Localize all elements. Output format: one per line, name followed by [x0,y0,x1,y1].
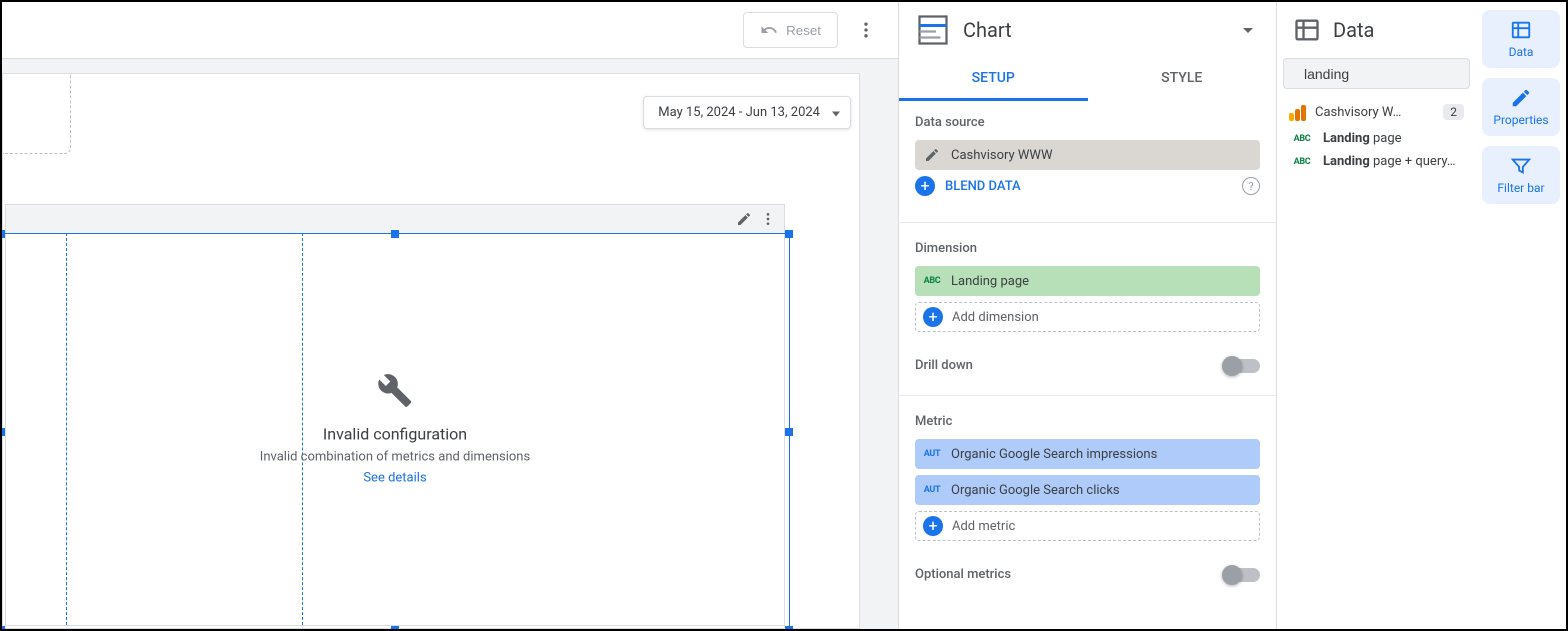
add-metric-label: Add metric [950,519,1259,534]
dimension-chip[interactable]: ABC Landing page [915,266,1260,296]
chart-properties-panel: Chart SETUP STYLE Data source Cashvisory… [898,2,1276,629]
resize-handle[interactable] [2,230,5,238]
field-name: Landing page + query… [1323,154,1464,169]
data-icon [1293,16,1321,44]
datasource-name: Cashvisory WWW [949,148,1260,163]
rail-label: Filter bar [1497,181,1544,195]
rail-filterbar-button[interactable]: Filter bar [1482,146,1560,204]
resize-handle[interactable] [785,626,793,629]
metric-name: Organic Google Search impressions [949,447,1260,462]
add-icon: + [923,516,943,536]
blend-data-button[interactable]: BLEND DATA [945,179,1242,194]
wrench-icon [377,373,413,409]
data-icon [1510,19,1532,41]
rail-label: Properties [1493,113,1548,127]
chart-widget[interactable]: Invalid configuration Invalid combinatio… [5,204,785,626]
add-icon: + [915,176,935,196]
alignment-guide [66,233,67,625]
section-label-dimension: Dimension [915,241,1260,256]
page-surface[interactable]: May 15, 2024 - Jun 13, 2024 Invalid conf… [2,73,860,629]
section-label-metric: Metric [915,414,1260,429]
pencil-icon [1510,87,1532,109]
section-label-datasource: Data source [915,115,1260,130]
rail-label: Data [1509,45,1534,59]
pencil-icon[interactable] [736,211,752,227]
field-count-badge: 2 [1443,104,1464,120]
resize-handle[interactable] [785,230,793,238]
field-name: Landing page [1323,131,1464,146]
field-row[interactable]: ABC Landing page + query… [1277,150,1476,173]
add-icon: + [923,307,943,327]
pencil-icon [924,147,940,163]
drill-down-label: Drill down [915,358,973,373]
rail-data-button[interactable]: Data [1482,10,1560,68]
filter-icon [1510,155,1532,177]
metric-name: Organic Google Search clicks [949,483,1260,498]
optional-metrics-toggle[interactable] [1224,568,1260,582]
right-rail: Data Properties Filter bar [1476,2,1566,629]
undo-icon [760,21,778,39]
resize-handle[interactable] [391,626,399,629]
google-analytics-icon [1289,103,1307,121]
search-input[interactable] [1304,66,1485,82]
reset-button[interactable]: Reset [743,12,838,48]
tab-setup[interactable]: SETUP [899,58,1088,101]
chevron-down-icon[interactable] [1236,18,1260,42]
datasource-row[interactable]: Cashvisory W… 2 [1277,97,1476,127]
reset-label: Reset [786,23,821,38]
resize-handle[interactable] [2,428,5,436]
more-vert-icon [856,20,876,40]
chart-widget-header [6,205,784,233]
rail-properties-button[interactable]: Properties [1482,78,1560,136]
data-fields-panel: Data ✕ Cashvisory W… 2 ABC Landing page … [1276,2,1476,629]
field-search[interactable]: ✕ [1283,58,1470,89]
more-vert-icon[interactable] [760,211,776,227]
metric-chip[interactable]: AUT Organic Google Search clicks [915,475,1260,505]
resize-handle[interactable] [785,428,793,436]
see-details-link[interactable]: See details [363,471,426,486]
metric-chip[interactable]: AUT Organic Google Search impressions [915,439,1260,469]
table-chart-icon [915,12,951,48]
datasource-chip[interactable]: Cashvisory WWW [915,140,1260,170]
aut-type-icon: AUT [924,449,941,459]
date-range-picker[interactable]: May 15, 2024 - Jun 13, 2024 [643,96,851,129]
data-panel-title: Data [1333,18,1374,42]
aut-type-icon: AUT [924,485,941,495]
drill-down-toggle[interactable] [1224,359,1260,373]
datasource-name: Cashvisory W… [1315,105,1435,120]
error-title: Invalid configuration [260,425,530,444]
field-row[interactable]: ABC Landing page [1277,127,1476,150]
canvas: May 15, 2024 - Jun 13, 2024 Invalid conf… [2,58,898,629]
abc-type-icon: ABC [1289,134,1315,144]
more-options-button[interactable] [846,10,886,50]
tab-style[interactable]: STYLE [1088,58,1277,101]
help-icon[interactable]: ? [1242,177,1260,195]
abc-type-icon: ABC [1289,157,1315,167]
placeholder-box [3,74,71,154]
dimension-name: Landing page [949,274,1260,289]
add-dimension-label: Add dimension [950,310,1259,325]
error-message: Invalid combination of metrics and dimen… [260,450,530,465]
optional-metrics-label: Optional metrics [915,567,1011,582]
abc-type-icon: ABC [924,276,941,286]
add-metric-button[interactable]: + Add metric [915,511,1260,541]
panel-title: Chart [963,18,1224,42]
resize-handle[interactable] [2,626,5,629]
add-dimension-button[interactable]: + Add dimension [915,302,1260,332]
